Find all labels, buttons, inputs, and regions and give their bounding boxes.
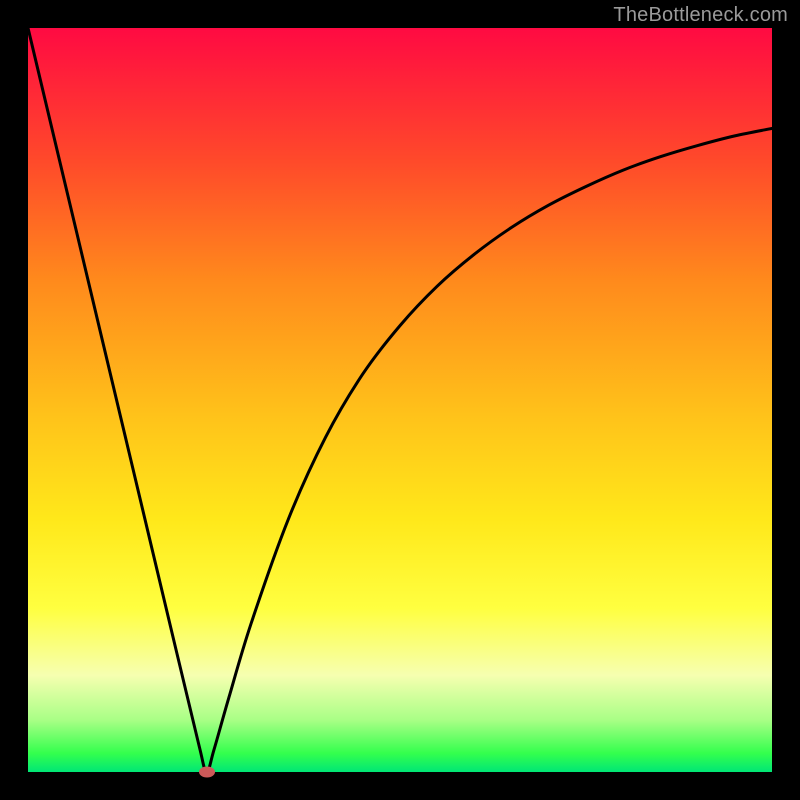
watermark-text: TheBottleneck.com: [613, 4, 788, 27]
minimum-marker: [199, 767, 215, 778]
bottleneck-curve: [28, 28, 772, 772]
chart-frame: TheBottleneck.com: [0, 0, 800, 800]
curve-svg: [28, 28, 772, 772]
plot-area: [28, 28, 772, 772]
